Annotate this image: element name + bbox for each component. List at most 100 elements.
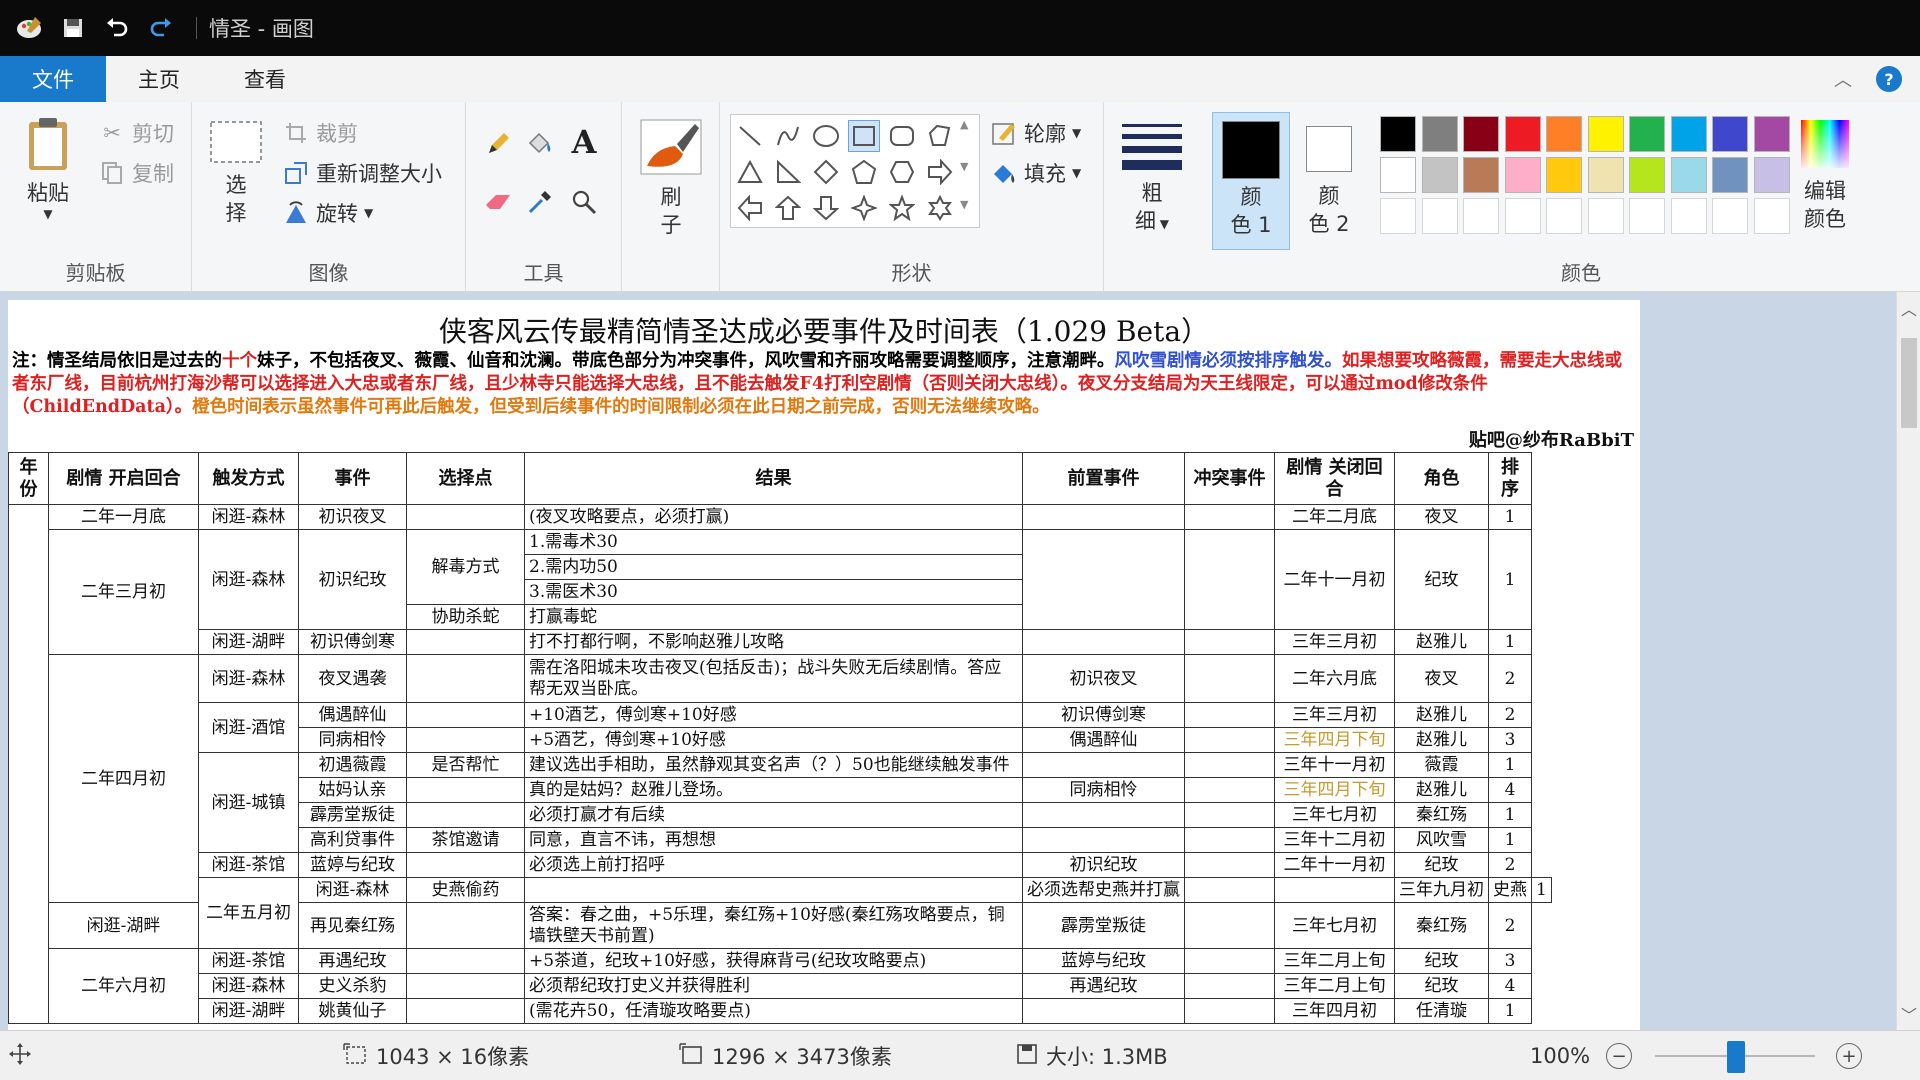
tab-file[interactable]: 文件 <box>0 56 106 102</box>
cell-choice <box>406 852 525 878</box>
header-pre: 前置事件 <box>1022 452 1185 505</box>
zoom-in-icon[interactable]: + <box>1836 1043 1862 1069</box>
color-picker-tool[interactable] <box>526 188 554 216</box>
shape-triangle[interactable] <box>734 156 766 188</box>
shape-curve[interactable] <box>772 120 804 152</box>
color-swatch[interactable] <box>1629 116 1665 152</box>
eraser-tool[interactable] <box>484 188 512 216</box>
cut-button[interactable]: ✂ 剪切 <box>98 118 174 148</box>
toolbar-separator <box>196 17 197 39</box>
scroll-up-icon[interactable]: ︿ <box>1897 296 1920 320</box>
scroll-thumb[interactable] <box>1901 338 1917 428</box>
help-icon[interactable]: ? <box>1876 66 1902 92</box>
left-arrow-icon <box>737 195 762 221</box>
color-swatch[interactable] <box>1463 116 1499 152</box>
header-result: 结果 <box>524 452 1023 505</box>
color-swatch[interactable] <box>1380 198 1416 234</box>
color-swatch[interactable] <box>1504 198 1541 234</box>
vertical-scrollbar[interactable]: ︿ ﹀ <box>1896 292 1920 1030</box>
tab-home[interactable]: 主页 <box>106 56 212 102</box>
collapse-ribbon-icon[interactable]: ︿ <box>1834 66 1852 92</box>
pencil-tool[interactable] <box>484 130 512 158</box>
shape-pentagon[interactable] <box>848 156 880 188</box>
shape-hexagon[interactable] <box>886 156 918 188</box>
shape-four-point-star[interactable] <box>848 192 880 224</box>
resize-button[interactable]: 重新调整大小 <box>282 158 442 188</box>
shape-rounded-rectangle[interactable] <box>886 120 918 152</box>
shape-oval[interactable] <box>810 120 842 152</box>
color-swatch[interactable] <box>1712 198 1748 234</box>
cell-conflict <box>1184 973 1275 999</box>
color2-button[interactable]: 颜 色 2 <box>1296 112 1362 238</box>
shape-up-arrow[interactable] <box>772 192 804 224</box>
color-swatch[interactable] <box>1587 116 1624 152</box>
color-swatch[interactable] <box>1712 157 1748 193</box>
color-swatch[interactable] <box>1670 116 1707 152</box>
tab-view[interactable]: 查看 <box>212 56 318 102</box>
color-swatch[interactable] <box>1421 157 1458 193</box>
canvas-area[interactable]: 侠客风云传最精简情圣达成必要事件及时间表（1.029 Beta） 注：情圣结局依… <box>0 292 1900 1030</box>
scroll-down-icon[interactable]: ﹀ <box>1897 1002 1920 1026</box>
color-swatch[interactable] <box>1629 198 1665 234</box>
color-swatch[interactable] <box>1587 157 1624 193</box>
save-icon[interactable] <box>58 13 88 43</box>
color1-button[interactable]: 颜 色 1 <box>1212 112 1290 250</box>
rotate-button[interactable]: 旋转 ▼ <box>282 198 373 228</box>
zoom-out-icon[interactable]: − <box>1606 1043 1632 1069</box>
color-swatch[interactable] <box>1463 198 1499 234</box>
cell-role: 赵雅儿 <box>1394 727 1489 753</box>
color-swatch[interactable] <box>1670 157 1707 193</box>
shape-six-point-star[interactable] <box>924 192 956 224</box>
shape-diamond[interactable] <box>810 156 842 188</box>
color-swatch[interactable] <box>1421 198 1458 234</box>
color-swatch[interactable] <box>1504 157 1541 193</box>
color-swatch[interactable] <box>1753 157 1790 193</box>
paint-app-icon[interactable] <box>14 13 44 43</box>
gallery-more-icon[interactable]: ▼ <box>960 198 968 211</box>
color-swatch[interactable] <box>1670 198 1707 234</box>
shape-left-arrow[interactable] <box>734 192 766 224</box>
brushes-button[interactable]: 刷 子 <box>636 118 706 239</box>
fill-tool[interactable] <box>526 130 554 158</box>
color-swatch[interactable] <box>1504 116 1541 152</box>
copy-button[interactable]: 复制 <box>98 158 174 188</box>
color-swatch[interactable] <box>1546 198 1582 234</box>
outline-button[interactable]: 轮廓 ▼ <box>990 118 1081 148</box>
select-button[interactable]: 选 择 <box>208 120 264 227</box>
text-tool[interactable]: A <box>570 123 598 161</box>
shape-down-arrow[interactable] <box>810 192 842 224</box>
color-swatch[interactable] <box>1380 157 1416 193</box>
color-swatch[interactable] <box>1712 116 1748 152</box>
shape-right-triangle[interactable] <box>772 156 804 188</box>
zoom-slider-thumb[interactable] <box>1727 1041 1745 1073</box>
paste-button[interactable]: 粘贴 ▼ <box>18 116 78 221</box>
color-swatch[interactable] <box>1753 198 1790 234</box>
image-canvas[interactable]: 侠客风云传最精简情圣达成必要事件及时间表（1.029 Beta） 注：情圣结局依… <box>8 300 1640 1030</box>
color-swatch[interactable] <box>1463 157 1499 193</box>
shape-right-arrow[interactable] <box>924 156 956 188</box>
edit-colors-button[interactable]: 编辑 颜色 <box>1792 118 1858 233</box>
header-trigger: 触发方式 <box>198 452 299 505</box>
color-swatch[interactable] <box>1587 198 1624 234</box>
crop-button[interactable]: 裁剪 <box>282 118 358 148</box>
clipboard-group: 粘贴 ▼ ✂ 剪切 复制 剪贴板 <box>0 102 192 292</box>
cell-choice <box>406 902 525 949</box>
note-segment: 十个 <box>222 351 257 371</box>
gallery-down-icon[interactable]: ▼ <box>960 160 968 173</box>
color-swatch[interactable] <box>1753 116 1790 152</box>
size-button[interactable]: 粗 细 ▼ <box>1114 120 1190 238</box>
shape-polygon[interactable] <box>924 120 956 152</box>
gallery-up-icon[interactable]: ▲ <box>960 118 968 131</box>
color-swatch[interactable] <box>1546 157 1582 193</box>
magnifier-tool[interactable] <box>570 188 598 216</box>
color-swatch[interactable] <box>1546 116 1582 152</box>
color-swatch[interactable] <box>1421 116 1458 152</box>
shape-line[interactable] <box>734 120 766 152</box>
undo-icon[interactable] <box>102 13 132 43</box>
redo-icon[interactable] <box>146 13 176 43</box>
color-swatch[interactable] <box>1380 116 1416 152</box>
color-swatch[interactable] <box>1629 157 1665 193</box>
fill-button[interactable]: 填充 ▼ <box>990 158 1081 188</box>
shape-five-point-star[interactable] <box>886 192 918 224</box>
shape-rectangle[interactable] <box>848 120 880 152</box>
